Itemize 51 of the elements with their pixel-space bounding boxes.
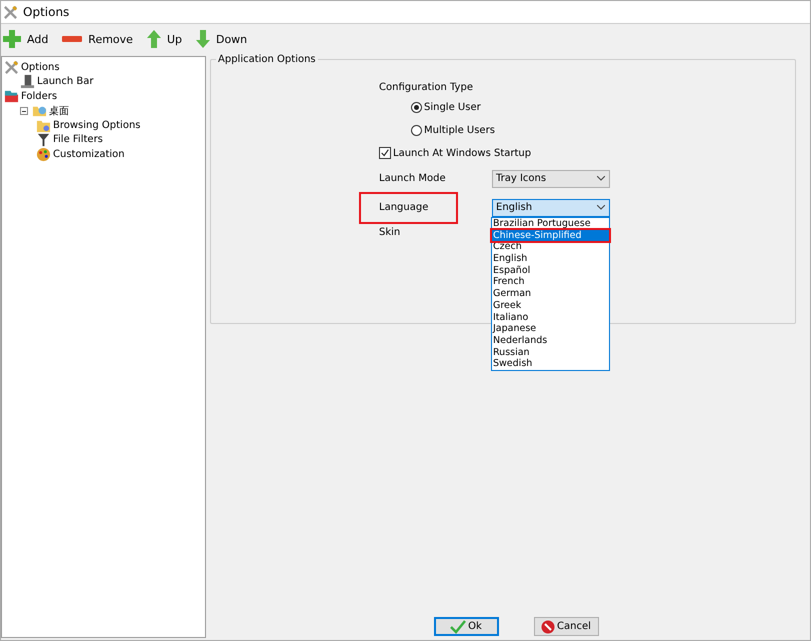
launch-mode-dropdown[interactable]: Tray Icons: [492, 170, 610, 188]
tree-item[interactable]: Launch Bar: [37, 76, 94, 88]
field-label: Configuration Type: [379, 80, 474, 94]
dropdown-option[interactable]: Russian: [492, 346, 609, 358]
cancel-icon: [541, 620, 556, 634]
dropdown-option[interactable]: French: [492, 276, 609, 288]
dropdown-option[interactable]: German: [492, 288, 609, 300]
startup-checkbox[interactable]: Launch At Windows Startup: [379, 142, 610, 164]
group-title: Application Options: [216, 54, 318, 65]
up-button[interactable]: Up: [146, 30, 182, 48]
collapse-icon[interactable]: [20, 106, 28, 115]
field-label: Language: [361, 194, 456, 222]
tree-item[interactable]: 桌面: [49, 104, 69, 118]
remove-button[interactable]: Remove: [62, 32, 133, 46]
minus-icon: [62, 36, 82, 42]
tree-item[interactable]: File Filters: [53, 134, 103, 146]
language-dropdown[interactable]: English: [492, 198, 610, 216]
cancel-button[interactable]: Cancel: [534, 617, 598, 636]
radio-option[interactable]: Single User: [411, 96, 610, 119]
dropdown-option[interactable]: Italiano: [492, 312, 609, 324]
dropdown-option[interactable]: Brazilian Portuguese: [492, 218, 609, 230]
tree-item[interactable]: Browsing Options: [53, 120, 140, 131]
down-button[interactable]: Down: [196, 30, 248, 48]
dropdown-option[interactable]: Swedish: [492, 358, 609, 370]
tools-icon: [4, 60, 19, 75]
window-title: Options: [23, 5, 70, 19]
down-arrow-icon: [196, 30, 210, 48]
computer-icon: [20, 74, 35, 90]
folders-icon: [4, 88, 19, 104]
checkmark-icon: [450, 620, 466, 634]
up-arrow-icon: [146, 30, 161, 48]
dropdown-option[interactable]: English: [492, 253, 609, 265]
tree-item[interactable]: Customization: [53, 148, 125, 160]
chevron-icon: [597, 176, 605, 181]
field-label: Launch Mode: [379, 173, 446, 184]
tree-item[interactable]: Folders: [21, 90, 58, 102]
tools-icon: [3, 4, 18, 20]
palette-icon: [36, 146, 51, 162]
dropdown-option[interactable]: Greek: [492, 300, 609, 312]
dropdown-option[interactable]: Español: [492, 264, 609, 276]
add-button[interactable]: Add: [3, 30, 48, 48]
funnel-icon: [36, 132, 51, 148]
ok-button[interactable]: Ok: [434, 617, 498, 636]
chevron-icon: [597, 205, 605, 210]
dropdown-option[interactable]: Chinese-Simplified: [492, 230, 609, 242]
plus-icon: [3, 30, 21, 48]
radio-option[interactable]: Multiple Users: [411, 119, 610, 142]
field-label: Skin: [379, 226, 400, 238]
tree-item[interactable]: Options: [21, 62, 60, 73]
dropdown-option[interactable]: Nederlands: [492, 334, 609, 347]
dropdown-option[interactable]: Japanese: [492, 323, 609, 335]
